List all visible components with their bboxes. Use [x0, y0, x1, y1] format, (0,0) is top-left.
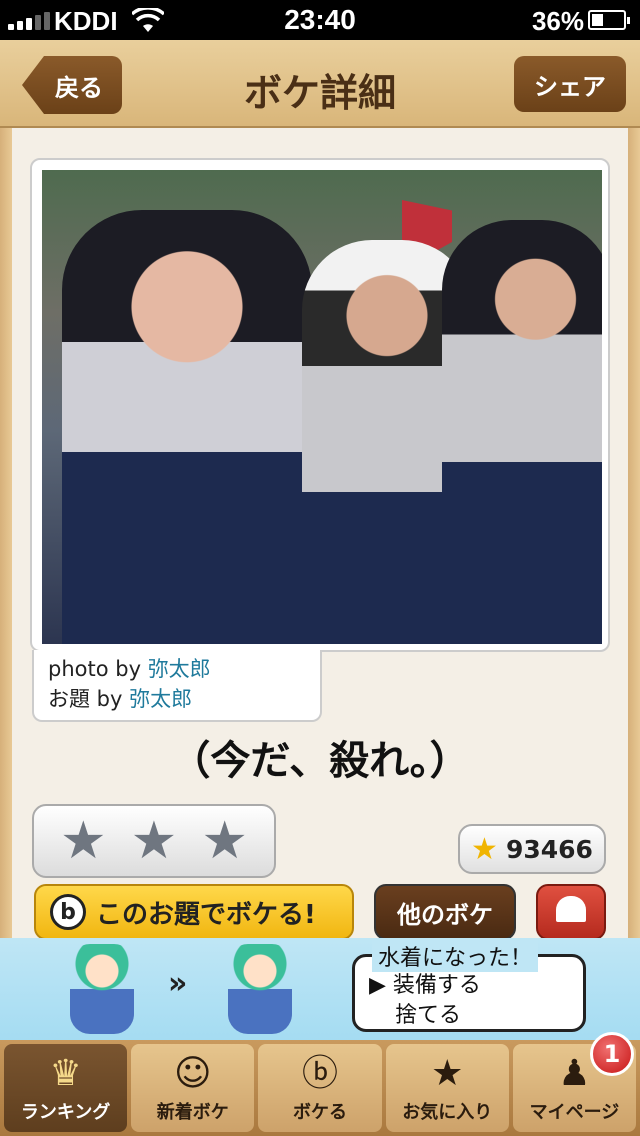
photo-credit: photo by 弥太郎: [48, 654, 306, 684]
notification-badge: 1: [590, 1032, 635, 1076]
ad-bubble-title: 水着になった！: [372, 940, 539, 972]
star-icon: ★: [431, 1053, 464, 1094]
report-button[interactable]: [536, 884, 606, 940]
rate-star-2-icon[interactable]: ★: [131, 815, 178, 867]
ad-arrow-icon: »: [168, 966, 188, 1001]
photo-credit-user-link[interactable]: 弥太郎: [148, 657, 211, 681]
face-icon: ☺: [174, 1053, 212, 1094]
battery-icon: [588, 10, 630, 30]
status-bar: KDDI 23:40 36%: [0, 0, 640, 40]
siren-icon: [556, 896, 586, 922]
b-logo-icon: b: [50, 894, 86, 930]
topic-credit: お題 by 弥太郎: [48, 684, 306, 714]
crown-icon: ♛: [49, 1053, 82, 1094]
person-icon: ♟: [558, 1053, 591, 1094]
boke-this-topic-button[interactable]: b このお題でボケる!: [34, 884, 354, 940]
photo-frame: [30, 158, 610, 652]
person-figure: [62, 210, 312, 644]
topic-photo[interactable]: [42, 170, 602, 644]
tab-label: ランキング: [20, 1102, 111, 1123]
ad-option-equip: ▶ 装備する: [369, 973, 481, 998]
wood-border-right: [628, 128, 640, 938]
boke-this-topic-label: このお題でボケる!: [96, 899, 316, 930]
person-figure: [442, 220, 602, 644]
battery-percent: 36%: [531, 6, 584, 36]
tab-bar: ♛ ランキング ☺ 新着ボケ ⓑ ボケる ★ お気に入り 1 ♟ マイページ: [0, 1032, 640, 1136]
boke-caption: （今だ、殺れ。）: [170, 738, 470, 784]
score-value: 93466: [505, 834, 593, 864]
star-icon: ★: [471, 831, 498, 867]
tab-label: お気に入り: [402, 1102, 493, 1123]
wood-border-left: [0, 128, 12, 938]
tab-boke[interactable]: ⓑ ボケる: [258, 1044, 382, 1132]
ad-character-image: [228, 944, 292, 1034]
score-badge: ★ 93466: [458, 824, 606, 874]
tab-label: ボケる: [293, 1102, 347, 1123]
navigation-bar: 戻る ボケ詳細 シェア: [0, 40, 640, 128]
rate-star-3-icon[interactable]: ★: [201, 815, 248, 867]
b-logo-icon: ⓑ: [302, 1053, 339, 1094]
tab-favorites[interactable]: ★ お気に入り: [385, 1044, 509, 1132]
rate-star-1-icon[interactable]: ★: [60, 815, 107, 867]
photo-credit-prefix: photo by: [48, 657, 148, 681]
topic-credit-user-link[interactable]: 弥太郎: [129, 687, 192, 711]
share-button[interactable]: シェア: [514, 56, 626, 112]
ad-character-image: [70, 944, 134, 1034]
star-rating: ★ ★ ★: [32, 804, 276, 878]
tab-label: 新着ボケ: [156, 1102, 229, 1123]
tab-ranking[interactable]: ♛ ランキング: [4, 1044, 128, 1132]
ad-option-discard: 捨てる: [395, 1003, 462, 1028]
tab-label: マイページ: [529, 1102, 620, 1123]
ad-banner[interactable]: » ▶ 装備する 捨てる 水着になった！: [0, 938, 640, 1040]
credit-box: photo by 弥太郎 お題 by 弥太郎: [32, 650, 322, 722]
tab-mypage[interactable]: 1 ♟ マイページ: [512, 1032, 637, 1132]
tab-new-boke[interactable]: ☺ 新着ボケ: [131, 1044, 255, 1132]
other-boke-button[interactable]: 他のボケ: [374, 884, 516, 940]
topic-credit-prefix: お題 by: [48, 687, 130, 711]
